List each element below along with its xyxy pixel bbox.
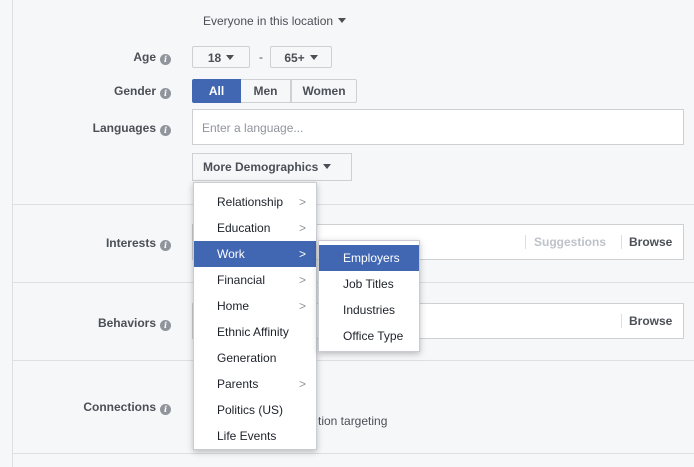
gender-label: Gender i xyxy=(114,83,171,99)
age-range-dash: - xyxy=(259,50,263,64)
info-icon[interactable]: i xyxy=(160,125,171,136)
divider xyxy=(621,235,622,249)
gender-all-button[interactable]: All xyxy=(192,79,241,103)
submenu-item-office-type[interactable]: Office Type xyxy=(319,323,419,349)
chevron-right-icon: > xyxy=(298,221,306,235)
age-label: Age i xyxy=(133,49,171,65)
section-divider xyxy=(12,360,694,361)
connections-label: Connections i xyxy=(83,399,171,415)
divider xyxy=(621,314,622,328)
behaviors-label: Behaviors i xyxy=(98,315,171,331)
caret-down-icon xyxy=(226,55,235,60)
chevron-right-icon: > xyxy=(298,273,306,287)
section-divider xyxy=(12,204,694,205)
age-min-select[interactable]: 18 xyxy=(192,46,250,68)
info-icon[interactable]: i xyxy=(160,88,171,99)
work-submenu: Employers Job Titles Industries Office T… xyxy=(318,240,420,352)
caret-down-icon xyxy=(338,18,347,23)
languages-label: Languages i xyxy=(93,120,171,136)
submenu-item-job-titles[interactable]: Job Titles xyxy=(319,271,419,297)
menu-item-politics[interactable]: Politics (US) xyxy=(194,397,316,423)
suggestions-link[interactable]: Suggestions xyxy=(534,235,606,249)
gender-men-button[interactable]: Men xyxy=(241,79,291,103)
chevron-right-icon: > xyxy=(298,247,306,261)
chevron-right-icon: > xyxy=(298,299,306,313)
connections-text: tion targeting xyxy=(318,414,388,428)
menu-item-work[interactable]: Work > xyxy=(194,241,316,267)
chevron-right-icon: > xyxy=(298,377,306,391)
info-icon[interactable]: i xyxy=(160,404,171,415)
menu-item-generation[interactable]: Generation xyxy=(194,345,316,371)
interests-browse-link[interactable]: Browse xyxy=(629,235,672,249)
info-icon[interactable]: i xyxy=(160,240,171,251)
section-divider xyxy=(12,453,694,454)
menu-item-ethnic-affinity[interactable]: Ethnic Affinity xyxy=(194,319,316,345)
submenu-item-industries[interactable]: Industries xyxy=(319,297,419,323)
divider xyxy=(525,235,526,249)
gender-women-button[interactable]: Women xyxy=(291,79,357,103)
submenu-item-employers[interactable]: Employers xyxy=(319,245,419,271)
interests-label: Interests i xyxy=(106,235,171,251)
menu-item-parents[interactable]: Parents > xyxy=(194,371,316,397)
info-icon[interactable]: i xyxy=(160,320,171,331)
location-dropdown[interactable]: Everyone in this location xyxy=(203,14,347,28)
location-value: Everyone in this location xyxy=(203,14,334,28)
menu-item-financial[interactable]: Financial > xyxy=(194,267,316,293)
age-max-select[interactable]: 65+ xyxy=(270,46,332,68)
behaviors-browse-link[interactable]: Browse xyxy=(629,314,672,328)
menu-item-relationship[interactable]: Relationship > xyxy=(194,189,316,215)
caret-down-icon xyxy=(323,164,332,169)
menu-item-life-events[interactable]: Life Events xyxy=(194,423,316,449)
info-icon[interactable]: i xyxy=(160,54,171,65)
demographics-menu: Relationship > Education > Work > Financ… xyxy=(193,182,317,450)
language-input[interactable]: Enter a language... xyxy=(192,109,684,145)
menu-item-education[interactable]: Education > xyxy=(194,215,316,241)
caret-down-icon xyxy=(309,55,318,60)
menu-item-home[interactable]: Home > xyxy=(194,293,316,319)
chevron-right-icon: > xyxy=(298,195,306,209)
more-demographics-button[interactable]: More Demographics xyxy=(192,153,352,181)
